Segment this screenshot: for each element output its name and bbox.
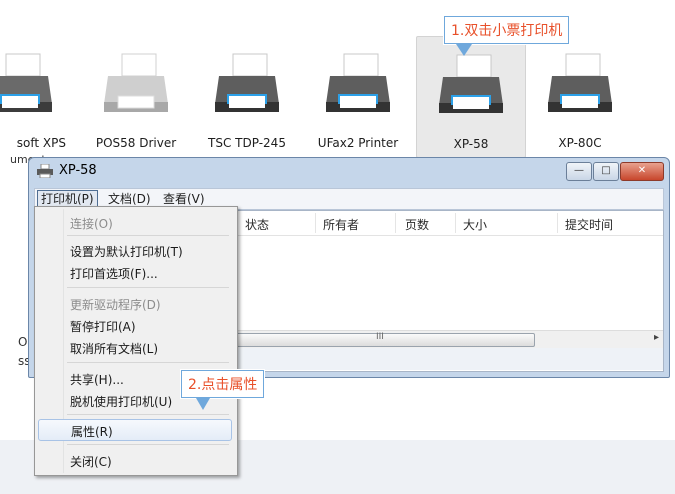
menu-item-preferences[interactable]: 打印首选项(F)...: [38, 262, 232, 282]
menu-item-properties[interactable]: 属性(R): [38, 419, 232, 441]
column-owner[interactable]: 所有者: [323, 216, 359, 233]
callout-tail: [456, 44, 472, 56]
printer-icon: [0, 53, 52, 112]
scroll-thumb[interactable]: III: [235, 332, 535, 347]
maximize-button[interactable]: □: [593, 162, 619, 181]
callout-click-properties: 2.点击属性: [181, 370, 265, 398]
close-button[interactable]: ✕: [620, 162, 664, 181]
menu-item-label: 关闭(C): [70, 455, 112, 469]
printer-icon: [548, 53, 612, 112]
minimize-button[interactable]: —: [566, 162, 592, 181]
printer-icon: [439, 54, 503, 113]
menu-item-label: 脱机使用打印机(U): [70, 395, 173, 409]
column-submitted[interactable]: 提交时间: [565, 216, 613, 233]
menu-item-close[interactable]: 关闭(C): [38, 450, 232, 470]
callout-double-click-printer: 1.双击小票打印机: [444, 16, 570, 44]
device-ufax2-printer[interactable]: UFax2 Printer: [304, 36, 412, 156]
device-pos58-driver[interactable]: POS58 Driver: [82, 36, 190, 156]
menu-document[interactable]: 文档(D): [105, 191, 154, 207]
menu-item-label: 打印首选项(F)...: [70, 267, 158, 281]
menu-item-label: 属性(R): [71, 425, 113, 439]
menu-item-connect[interactable]: 连接(O): [38, 212, 232, 232]
device-label: soft XPS: [16, 136, 66, 150]
menu-item-label: 取消所有文档(L): [70, 342, 159, 356]
printer-icon: [215, 53, 279, 112]
menu-separator: [67, 362, 229, 363]
column-status[interactable]: 状态: [245, 216, 269, 233]
device-label: UFax2 Printer: [317, 136, 399, 150]
menu-item-label: 暂停打印(A): [70, 320, 136, 334]
scroll-right-arrow-icon[interactable]: ▸: [654, 332, 659, 343]
device-label: POS58 Driver: [95, 136, 177, 150]
menu-separator: [67, 414, 229, 415]
menu-item-label: 共享(H)...: [70, 373, 124, 387]
scroll-grip: III: [376, 332, 384, 342]
device-microsoft-xps[interactable]: soft XPS: [0, 36, 74, 156]
window-title: XP-58: [59, 163, 97, 178]
device-label: XP-80C: [558, 136, 602, 150]
callout-tail: [196, 398, 210, 410]
column-size[interactable]: 大小: [463, 216, 487, 233]
device-label: TSC TDP-245: [208, 136, 286, 150]
device-label: XP-58: [453, 137, 489, 151]
printer-menu-dropdown: 连接(O) 设置为默认打印机(T) 打印首选项(F)... 更新驱动程序(D) …: [34, 206, 238, 476]
device-xp-80c[interactable]: XP-80C: [526, 36, 634, 156]
menu-item-set-default[interactable]: 设置为默认打印机(T): [38, 240, 232, 260]
printer-icon: [326, 53, 390, 112]
menu-separator: [67, 287, 229, 288]
column-pages[interactable]: 页数: [405, 216, 429, 233]
device-tsc-tdp-245[interactable]: TSC TDP-245: [193, 36, 301, 156]
partial-label: O: [18, 335, 28, 349]
menu-item-update-driver[interactable]: 更新驱动程序(D): [38, 293, 232, 313]
menu-item-pause[interactable]: 暂停打印(A): [38, 315, 232, 335]
menu-item-label: 设置为默认打印机(T): [70, 245, 183, 259]
menu-view[interactable]: 查看(V): [160, 191, 208, 207]
menu-item-label: 连接(O): [70, 217, 113, 231]
title-bar[interactable]: XP-58 — □ ✕: [29, 158, 669, 184]
printer-icon: [37, 164, 53, 178]
menu-item-label: 更新驱动程序(D): [70, 298, 161, 312]
menu-item-cancel-all[interactable]: 取消所有文档(L): [38, 337, 232, 357]
menu-separator: [67, 235, 229, 236]
printer-icon: [104, 53, 168, 112]
menu-separator: [67, 444, 229, 445]
devices-panel: soft XPS POS58 Driver TSC TDP-245 UFax2: [0, 0, 675, 166]
